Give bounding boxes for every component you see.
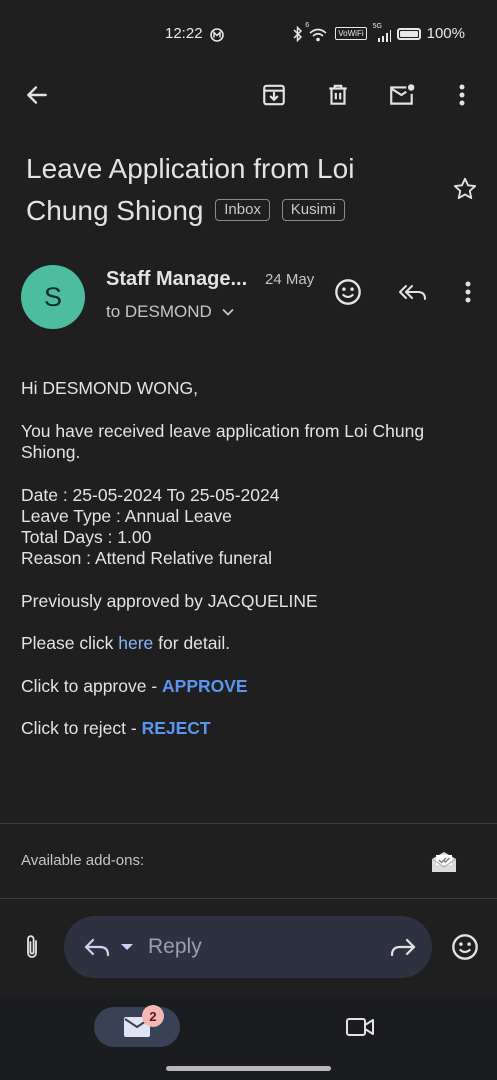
attach-button[interactable] — [18, 930, 46, 964]
more-vert-icon — [459, 84, 465, 106]
leave-type: Leave Type : Annual Leave — [21, 506, 232, 526]
approved-by: Previously approved by JACQUELINE — [21, 591, 318, 611]
approve-link[interactable]: APPROVE — [162, 676, 248, 696]
divider — [0, 823, 497, 824]
status-time: 12:22 — [165, 25, 203, 42]
mark-unread-icon — [390, 84, 415, 105]
reply-placeholder[interactable]: Reply — [148, 935, 202, 959]
detail-suffix: for detail. — [153, 633, 231, 653]
detail-link[interactable]: here — [118, 633, 153, 653]
reply-all-icon — [399, 285, 426, 300]
bluetooth-icon — [293, 25, 303, 42]
recipient-text: to DESMOND — [106, 302, 212, 321]
forward-button[interactable] — [388, 934, 418, 960]
label-chip-kusimi[interactable]: Kusimi — [281, 198, 345, 221]
emoji-icon — [452, 934, 478, 960]
add-reaction-button[interactable] — [331, 275, 365, 309]
volte-badge: VoWiFi — [335, 27, 367, 40]
reject-line: Click to reject - REJECT — [21, 718, 471, 739]
intro-paragraph: You have received leave application from… — [21, 421, 425, 462]
reply-mode-button[interactable] — [82, 934, 112, 960]
archive-icon — [263, 84, 285, 106]
reply-emoji-button[interactable] — [449, 931, 481, 963]
notification-icon — [210, 28, 224, 42]
battery-percent: 100% — [426, 25, 465, 42]
mail-unread-badge: 2 — [142, 1005, 164, 1027]
detail-line: Please click here for detail. — [21, 633, 471, 654]
back-button[interactable] — [18, 76, 56, 114]
chevron-down-icon — [222, 308, 234, 316]
label-chip-inbox[interactable]: Inbox — [215, 198, 270, 221]
wifi-icon: 6 — [305, 22, 329, 42]
greeting: Hi DESMOND WONG, — [21, 378, 198, 398]
star-button[interactable] — [448, 172, 482, 206]
avatar[interactable]: S — [21, 265, 85, 329]
email-date: 24 May — [265, 271, 315, 288]
leave-date: Date : 25-05-2024 To 25-05-2024 — [21, 485, 280, 505]
approve-line: Click to approve - APPROVE — [21, 676, 471, 697]
total-days: Total Days : 1.00 — [21, 527, 152, 547]
signal-icon: 5G — [373, 23, 391, 42]
attachment-icon — [27, 935, 37, 958]
home-indicator[interactable] — [166, 1066, 331, 1071]
detail-prefix: Please click — [21, 633, 119, 653]
delete-button[interactable] — [319, 76, 357, 114]
message-more-button[interactable] — [456, 275, 480, 309]
reply-icon — [84, 938, 110, 957]
addon-envelope-icon — [431, 852, 457, 872]
video-camera-icon — [346, 1018, 374, 1036]
divider — [0, 898, 497, 899]
email-subject: Leave Application from Loi Chung Shiong … — [26, 148, 426, 232]
mark-unread-button[interactable] — [382, 76, 422, 114]
reject-prefix: Click to reject - — [21, 718, 142, 738]
addons-label: Available add-ons: — [21, 852, 145, 869]
forward-icon — [390, 938, 416, 957]
nav-meet-tab[interactable] — [340, 1010, 380, 1044]
star-icon — [453, 177, 477, 200]
reply-all-button[interactable] — [395, 275, 431, 309]
delete-icon — [329, 84, 347, 105]
more-vert-icon — [465, 281, 471, 303]
leave-details: Date : 25-05-2024 To 25-05-2024 Leave Ty… — [21, 485, 471, 569]
status-indicators: 6 VoWiFi 5G 100% — [293, 22, 465, 42]
approve-prefix: Click to approve - — [21, 676, 163, 696]
addon-button[interactable] — [428, 846, 460, 878]
archive-button[interactable] — [255, 76, 293, 114]
battery-icon — [396, 27, 421, 40]
recipient-details[interactable]: to DESMOND — [106, 302, 234, 322]
caret-down-icon — [121, 944, 133, 950]
status-bar: 12:22 6 VoWiFi 5G 100% — [0, 0, 497, 68]
emoji-icon — [335, 279, 361, 305]
reply-mode-dropdown[interactable] — [117, 938, 137, 956]
leave-reason: Reason : Attend Relative funeral — [21, 548, 272, 568]
sender-name[interactable]: Staff Manage... — [106, 268, 247, 291]
more-options-button[interactable] — [447, 76, 477, 114]
arrow-back-icon — [27, 86, 47, 104]
reject-link[interactable]: REJECT — [142, 718, 211, 738]
